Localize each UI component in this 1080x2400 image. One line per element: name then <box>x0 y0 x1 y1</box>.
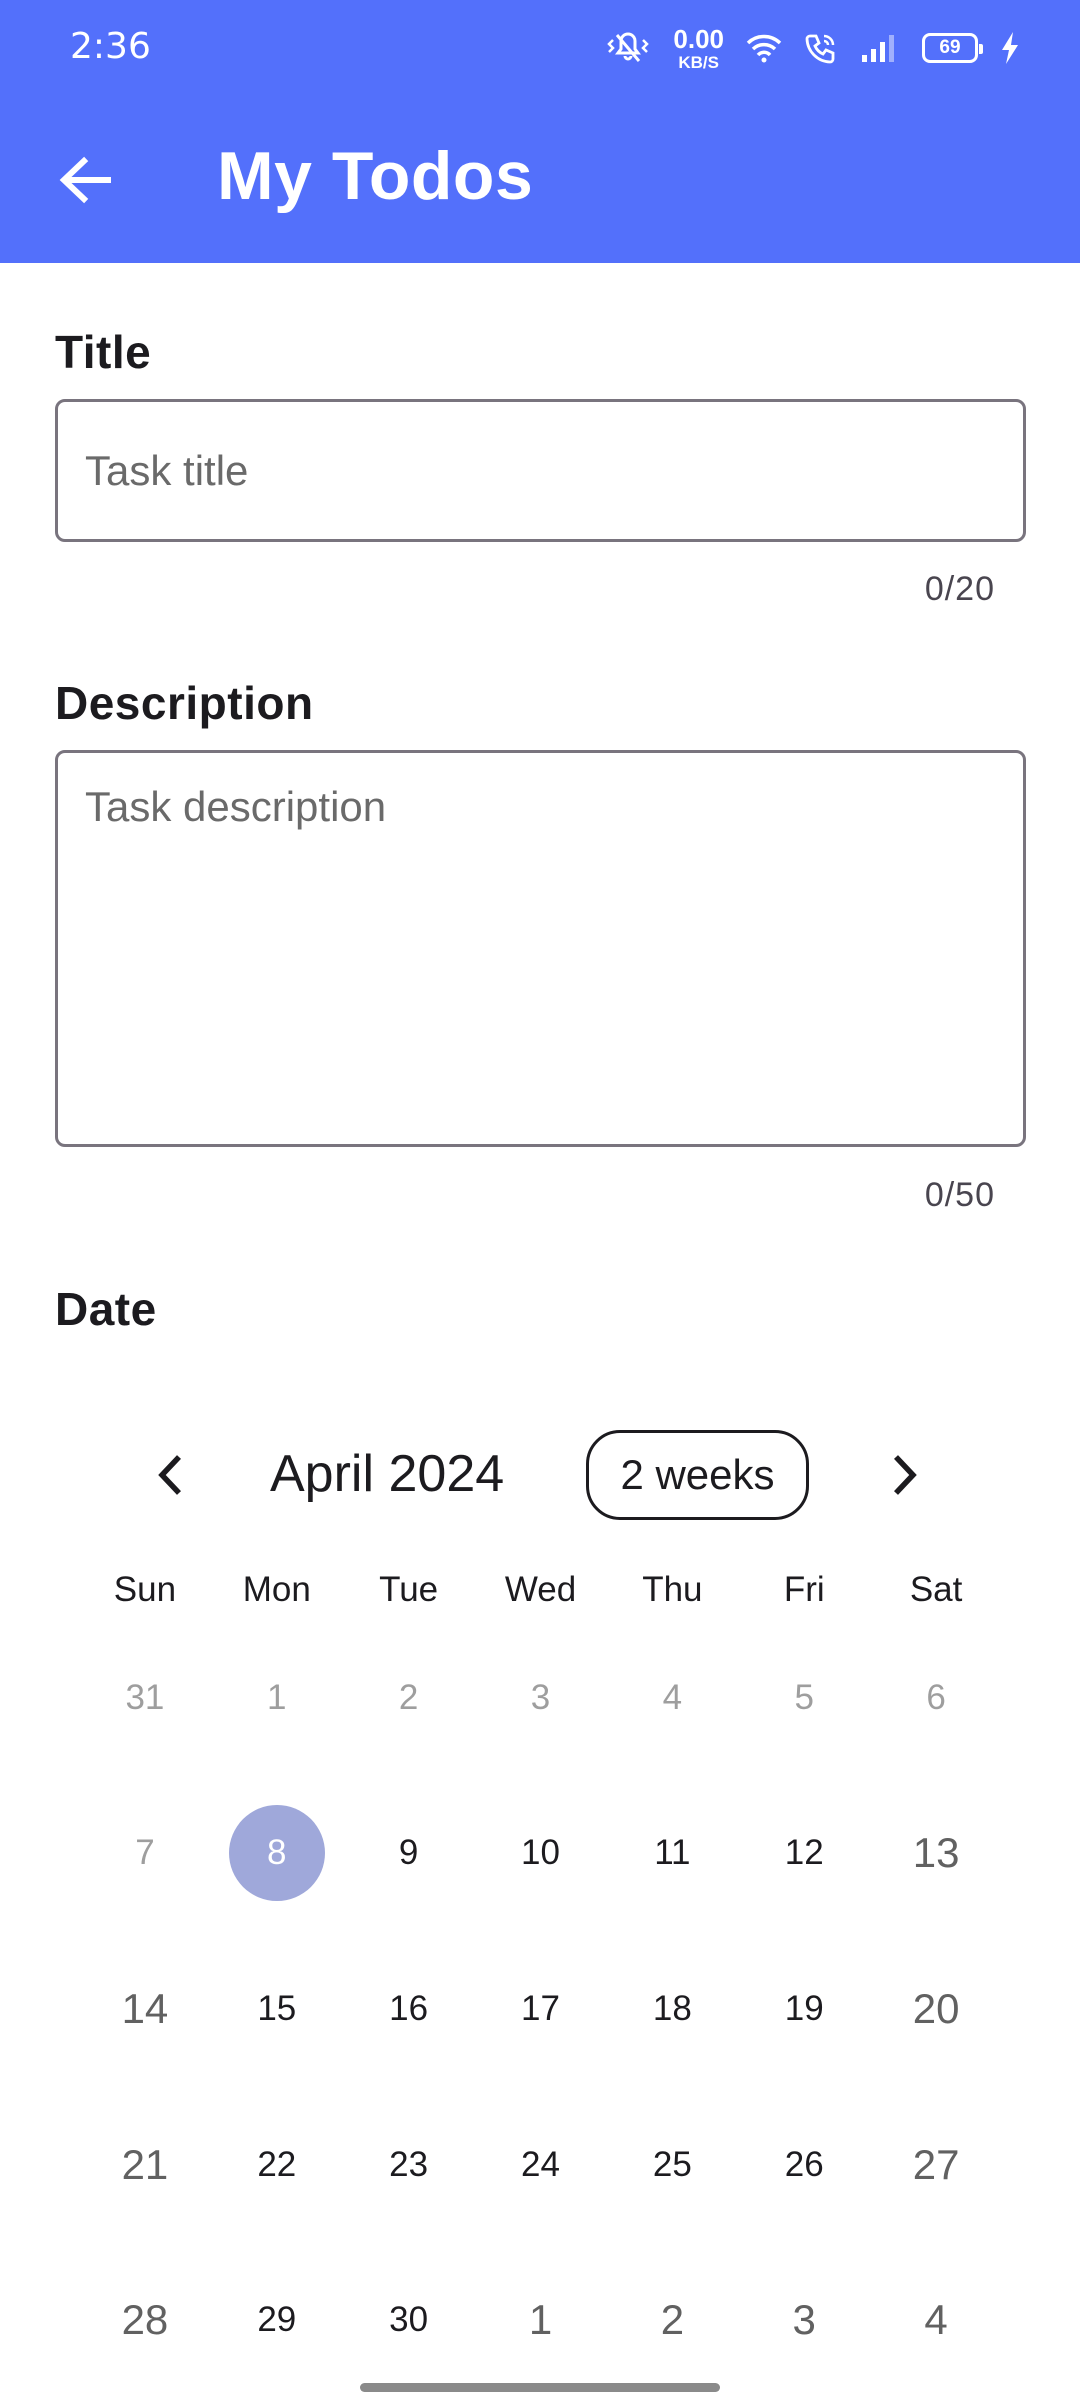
home-indicator[interactable] <box>360 2383 720 2392</box>
calendar-day[interactable]: 1 <box>211 1648 343 1748</box>
calendar-day[interactable]: 5 <box>738 1648 870 1748</box>
description-label: Description <box>55 677 314 729</box>
next-month-button[interactable] <box>875 1445 935 1505</box>
wifi-call-icon <box>804 32 838 64</box>
battery-level: 69 <box>939 37 961 58</box>
calendar-day[interactable]: 2 <box>606 2270 738 2370</box>
title-input[interactable] <box>58 402 1023 539</box>
calendar-day[interactable]: 17 <box>475 1959 607 2059</box>
description-field[interactable] <box>55 750 1026 1147</box>
calendar-day[interactable]: 3 <box>475 1648 607 1748</box>
previous-month-button[interactable] <box>140 1445 200 1505</box>
title-label: Title <box>55 326 152 378</box>
calendar-week: 31 1 2 3 4 5 6 <box>79 1648 1002 1748</box>
chevron-left-icon <box>158 1455 181 1495</box>
calendar-day[interactable]: 26 <box>738 2115 870 2215</box>
calendar-day[interactable]: 10 <box>475 1803 607 1903</box>
signal-icon <box>860 33 900 63</box>
calendar-day[interactable]: 24 <box>475 2115 607 2215</box>
vibrate-icon <box>605 31 651 65</box>
calendar-day[interactable]: 27 <box>870 2115 1002 2215</box>
status-bar: 2:36 0.00 KB/S 69 <box>0 0 1080 95</box>
battery-icon: 69 <box>922 33 983 63</box>
title-counter: 0/20 <box>924 570 995 608</box>
calendar-month-label: April 2024 <box>270 1445 505 1503</box>
format-toggle-button[interactable]: 2 weeks <box>586 1430 809 1520</box>
calendar-day[interactable]: 13 <box>870 1803 1002 1903</box>
charging-icon <box>1000 31 1020 65</box>
calendar-day[interactable]: 7 <box>79 1803 211 1903</box>
calendar-week: 14 15 16 17 18 19 20 <box>79 1959 1002 2059</box>
description-input[interactable] <box>58 753 1023 1144</box>
arrow-back-icon <box>59 156 111 204</box>
calendar-day[interactable]: 29 <box>211 2270 343 2370</box>
calendar-day[interactable]: 2 <box>343 1648 475 1748</box>
weekday-label: Sat <box>909 1570 963 1609</box>
calendar-day[interactable]: 18 <box>606 1959 738 2059</box>
weekday-label: Fri <box>783 1570 825 1609</box>
date-label: Date <box>55 1283 157 1335</box>
calendar-day[interactable]: 30 <box>343 2270 475 2370</box>
calendar-day[interactable]: 16 <box>343 1959 475 2059</box>
net-speed: 0.00 KB/S <box>673 26 724 71</box>
net-speed-unit: KB/S <box>678 52 719 72</box>
weekday-header-row: Sun Mon Tue Wed Thu Fri Sat <box>79 1570 1002 1610</box>
calendar-week: 7 8 9 10 11 12 13 <box>79 1803 1002 1903</box>
status-icons: 0.00 KB/S 69 <box>605 22 1020 74</box>
calendar-day[interactable]: 14 <box>79 1959 211 2059</box>
weekday-label: Mon <box>242 1570 311 1609</box>
calendar-day[interactable]: 31 <box>79 1648 211 1748</box>
calendar-week: 28 29 30 1 2 3 4 <box>79 2270 1002 2370</box>
calendar-day[interactable]: 1 <box>475 2270 607 2370</box>
status-time: 2:36 <box>70 26 151 67</box>
wifi-icon <box>746 33 782 63</box>
calendar-day[interactable]: 19 <box>738 1959 870 2059</box>
selected-day-indicator: 8 <box>228 1805 325 1901</box>
calendar-day[interactable]: 11 <box>606 1803 738 1903</box>
title-field[interactable] <box>55 399 1026 542</box>
calendar-day[interactable]: 21 <box>79 2115 211 2215</box>
weekday-label: Sun <box>113 1570 177 1609</box>
calendar-day[interactable]: 9 <box>343 1803 475 1903</box>
calendar-day[interactable]: 4 <box>606 1648 738 1748</box>
calendar-header: April 2024 2 weeks <box>0 1430 1080 1520</box>
weekday-label: Thu <box>642 1570 703 1609</box>
description-counter: 0/50 <box>924 1176 995 1214</box>
app-bar: My Todos <box>0 95 1080 263</box>
back-button[interactable] <box>40 135 130 225</box>
weekday-label: Wed <box>504 1570 577 1609</box>
chevron-right-icon <box>894 1455 917 1495</box>
calendar-day[interactable]: 12 <box>738 1803 870 1903</box>
net-speed-value: 0.00 <box>673 23 724 54</box>
calendar-day[interactable]: 6 <box>870 1648 1002 1748</box>
calendar-day[interactable]: 3 <box>738 2270 870 2370</box>
app-title: My Todos <box>217 138 534 214</box>
calendar-day-selected[interactable]: 8 <box>211 1803 343 1903</box>
calendar-week: 21 22 23 24 25 26 27 <box>79 2115 1002 2215</box>
calendar-day[interactable]: 22 <box>211 2115 343 2215</box>
calendar-day[interactable]: 23 <box>343 2115 475 2215</box>
calendar-day[interactable]: 20 <box>870 1959 1002 2059</box>
calendar-day[interactable]: 28 <box>79 2270 211 2370</box>
calendar-day[interactable]: 15 <box>211 1959 343 2059</box>
calendar-day[interactable]: 4 <box>870 2270 1002 2370</box>
weekday-label: Tue <box>379 1570 439 1609</box>
calendar-day[interactable]: 25 <box>606 2115 738 2215</box>
